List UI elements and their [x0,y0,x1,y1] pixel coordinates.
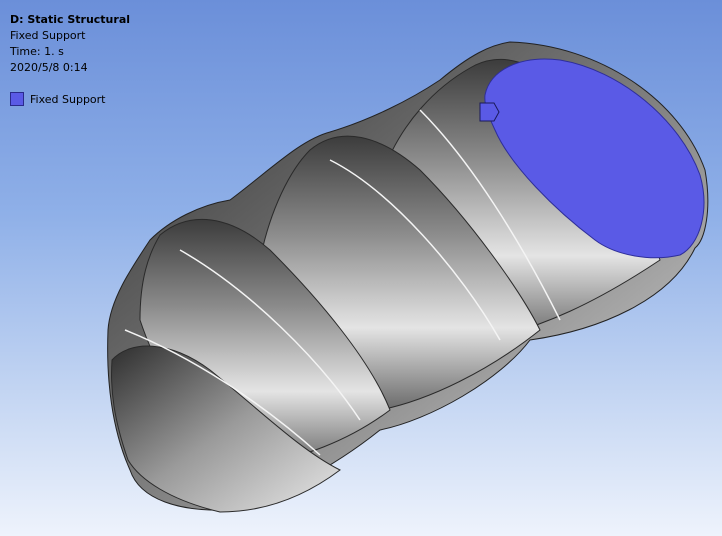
graphics-viewport[interactable]: D: Static Structural Fixed Support Time:… [0,0,722,536]
analysis-info: D: Static Structural Fixed Support Time:… [10,12,130,76]
geometry-model[interactable] [0,0,722,536]
analysis-subtitle: Fixed Support [10,29,86,42]
analysis-date: 2020/5/8 0:14 [10,61,88,74]
analysis-title: D: Static Structural [10,13,131,26]
analysis-time: Time: 1. s [10,45,64,58]
legend-label: Fixed Support [30,92,106,106]
legend[interactable]: Fixed Support [10,92,106,106]
legend-swatch [10,92,24,106]
